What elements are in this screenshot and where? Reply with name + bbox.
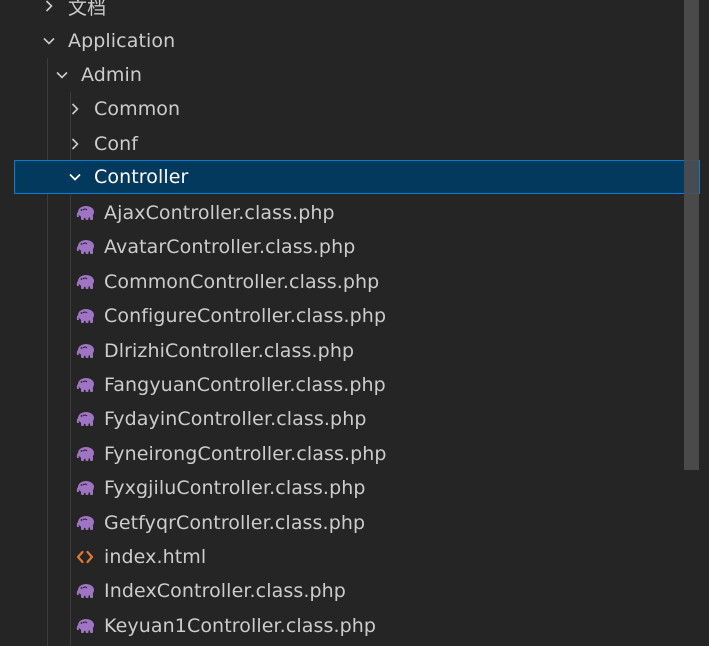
tree-file-label: FydayinController.class.php — [104, 408, 367, 430]
tree-folder-label: Controller — [94, 166, 189, 188]
tree-file-item[interactable]: DlrizhiController.class.php — [0, 334, 684, 368]
scrollbar-thumb[interactable] — [684, 0, 699, 470]
php-elephant-icon — [75, 272, 95, 292]
tree-folder-label: Admin — [81, 64, 143, 86]
tree-file-item[interactable]: index.html — [0, 540, 684, 574]
tree-file-label: AvatarController.class.php — [104, 236, 356, 258]
tree-file-label: GetfyqrController.class.php — [104, 512, 366, 534]
chevron-down-icon — [55, 68, 69, 82]
tree-file-label: index.html — [104, 546, 207, 568]
tree-folder-application[interactable]: Application — [0, 24, 684, 58]
php-elephant-icon — [75, 444, 95, 464]
tree-file-label: CommonController.class.php — [104, 271, 380, 293]
tree-folder-label: Common — [94, 98, 181, 120]
php-elephant-icon — [75, 478, 95, 498]
chevron-down-icon — [68, 170, 82, 184]
chevron-right-icon — [42, 0, 56, 13]
php-elephant-icon — [75, 341, 95, 361]
chevron-right-icon — [68, 102, 82, 116]
tree-file-item[interactable]: FyxgjiluController.class.php — [0, 471, 684, 505]
tree-folder-controller[interactable]: Controller — [14, 160, 700, 194]
tree-file-item[interactable]: AvatarController.class.php — [0, 230, 684, 264]
php-elephant-icon — [75, 237, 95, 257]
php-elephant-icon — [75, 409, 95, 429]
tree-folder-conf[interactable]: Conf — [0, 127, 684, 161]
tree-file-label: DlrizhiController.class.php — [104, 340, 355, 362]
tree-file-item[interactable]: Keyuan1Controller.class.php — [0, 609, 684, 643]
html-brackets-icon — [75, 547, 95, 567]
tree-file-item[interactable]: ConfigureController.class.php — [0, 299, 684, 333]
chevron-down-icon — [42, 34, 56, 48]
tree-file-item[interactable]: CommonController.class.php — [0, 265, 684, 299]
tree-file-item[interactable]: FangyuanController.class.php — [0, 368, 684, 402]
php-elephant-icon — [75, 203, 95, 223]
tree-file-label: FyneirongController.class.php — [104, 443, 387, 465]
php-elephant-icon — [75, 306, 95, 326]
file-explorer-tree: 文档 Application Admin Common Conf Control… — [0, 0, 709, 646]
tree-file-label: ConfigureController.class.php — [104, 305, 387, 327]
tree-file-label: AjaxController.class.php — [104, 202, 335, 224]
tree-folder-docs[interactable]: 文档 — [0, 0, 684, 23]
tree-folder-label: Application — [68, 30, 176, 52]
php-elephant-icon — [75, 513, 95, 533]
tree-file-item[interactable]: GetfyqrController.class.php — [0, 506, 684, 540]
php-elephant-icon — [75, 375, 95, 395]
tree-file-item[interactable]: FydayinController.class.php — [0, 402, 684, 436]
tree-file-label: FangyuanController.class.php — [104, 374, 386, 396]
tree-folder-label: Conf — [94, 133, 139, 155]
php-elephant-icon — [75, 581, 95, 601]
tree-folder-admin[interactable]: Admin — [0, 58, 684, 92]
tree-file-item[interactable]: FyneirongController.class.php — [0, 437, 684, 471]
tree-file-item[interactable]: AjaxController.class.php — [0, 196, 684, 230]
tree-file-label: FyxgjiluController.class.php — [104, 477, 366, 499]
tree-file-label: Keyuan1Controller.class.php — [104, 615, 377, 637]
tree-file-label: IndexController.class.php — [104, 580, 346, 602]
tree-folder-label: 文档 — [68, 0, 107, 19]
chevron-right-icon — [68, 137, 82, 151]
tree-file-item[interactable]: IndexController.class.php — [0, 574, 684, 608]
tree-folder-common[interactable]: Common — [0, 92, 684, 126]
php-elephant-icon — [75, 616, 95, 636]
